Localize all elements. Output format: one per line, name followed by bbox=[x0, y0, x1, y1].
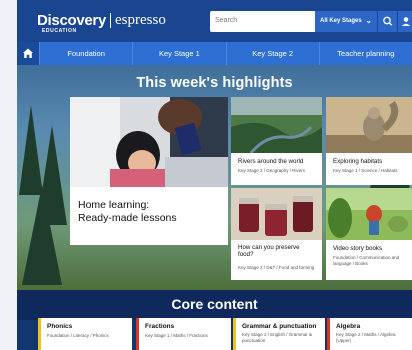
search-icon bbox=[383, 16, 393, 26]
user-icon bbox=[402, 17, 410, 26]
nav-key-stage-1[interactable]: Key Stage 1 bbox=[132, 42, 225, 65]
habitats-meta: Key Stage 1 / Science / Habitats bbox=[333, 168, 398, 173]
nav-teacher-planning[interactable]: Teacher planning bbox=[318, 42, 412, 65]
phonics-meta: Foundation / Literacy / Phonics bbox=[47, 333, 109, 338]
story-illustration bbox=[326, 188, 412, 240]
rivers-image bbox=[231, 97, 322, 153]
espresso-page: Discovery EDUCATION espresso Search All … bbox=[17, 0, 412, 350]
phonics-title: Phonics bbox=[47, 323, 73, 330]
highlights-title: This week's highlights bbox=[136, 75, 293, 91]
home-learning-image bbox=[70, 97, 228, 187]
rivers-title: Rivers around the world bbox=[238, 158, 304, 165]
logo-education-text: EDUCATION bbox=[42, 28, 77, 34]
fractions-title: Fractions bbox=[145, 323, 175, 330]
key-stage-select-label: All Key Stages bbox=[320, 18, 362, 24]
search-input[interactable]: Search bbox=[210, 11, 330, 32]
highlight-card-rivers[interactable]: Rivers around the world Key Stage 2 / Ge… bbox=[231, 97, 322, 185]
fractions-meta: Key Stage 1 / Maths / Fractions bbox=[145, 333, 208, 338]
preserve-food-image bbox=[231, 188, 322, 240]
highlight-card-habitats[interactable]: Exploring habitats Key Stage 1 / Science… bbox=[326, 97, 412, 185]
background-tree bbox=[22, 185, 62, 285]
key-stage-select[interactable]: All Key Stages ⌄ bbox=[315, 11, 377, 32]
video-story-books-meta: Foundation / Communication and language … bbox=[333, 255, 400, 266]
girl-reading-illustration bbox=[70, 97, 228, 187]
preserve-food-title: How can you preserve food? bbox=[238, 244, 300, 258]
user-account-button[interactable] bbox=[398, 11, 412, 32]
search-placeholder: Search bbox=[215, 17, 238, 24]
nav-foundation[interactable]: Foundation bbox=[39, 42, 132, 65]
logo-discovery-text: Discovery bbox=[37, 12, 107, 29]
search-button[interactable] bbox=[377, 11, 397, 32]
header-bar: Discovery EDUCATION espresso Search All … bbox=[17, 0, 412, 42]
river-landscape bbox=[231, 97, 322, 153]
home-icon bbox=[23, 48, 33, 58]
algebra-meta: Key Stage 2 / Maths / Algebra (Upper) bbox=[336, 332, 396, 343]
highlight-card-video-story-books[interactable]: Video story books Foundation / Communica… bbox=[326, 188, 412, 280]
discovery-espresso-logo[interactable]: Discovery EDUCATION espresso bbox=[37, 12, 166, 35]
chevron-down-icon: ⌄ bbox=[365, 16, 372, 25]
grammar-title: Grammar & punctuation bbox=[242, 323, 317, 330]
core-card-grammar[interactable]: Grammar & punctuation Key Stage 2 / Engl… bbox=[233, 318, 325, 350]
logo-divider bbox=[110, 13, 112, 28]
squirrel-photo bbox=[326, 97, 412, 153]
jam-jars-photo bbox=[231, 188, 322, 240]
core-content-title: Core content bbox=[171, 296, 258, 312]
home-learning-title: Home learning: Ready-made lessons bbox=[78, 199, 177, 224]
core-card-fractions[interactable]: Fractions Key Stage 1 / Maths / Fraction… bbox=[136, 318, 231, 350]
logo-espresso-text: espresso bbox=[115, 12, 166, 28]
nav-key-stage-2[interactable]: Key Stage 2 bbox=[225, 42, 319, 65]
video-story-books-image bbox=[326, 188, 412, 240]
highlight-card-home-learning[interactable]: Home learning: Ready-made lessons bbox=[70, 97, 228, 245]
nav-home-button[interactable] bbox=[17, 42, 39, 65]
habitats-title: Exploring habitats bbox=[333, 158, 383, 165]
algebra-title: Algebra bbox=[336, 323, 361, 330]
rivers-meta: Key Stage 2 / Geography / Rivers bbox=[238, 168, 306, 173]
grammar-meta: Key Stage 2 / English / Grammar & punctu… bbox=[242, 332, 313, 343]
habitats-image bbox=[326, 97, 412, 153]
core-card-phonics[interactable]: Phonics Foundation / Literacy / Phonics bbox=[38, 318, 132, 350]
core-card-algebra[interactable]: Algebra Key Stage 2 / Maths / Algebra (U… bbox=[327, 318, 412, 350]
main-nav: Foundation Key Stage 1 Key Stage 2 Teach… bbox=[17, 42, 412, 65]
video-story-books-title: Video story books bbox=[333, 245, 383, 252]
highlight-card-preserve-food[interactable]: How can you preserve food? Key Stage 2 /… bbox=[231, 188, 322, 280]
preserve-food-meta: Key Stage 2 / D&T / Food and farming bbox=[238, 265, 315, 270]
